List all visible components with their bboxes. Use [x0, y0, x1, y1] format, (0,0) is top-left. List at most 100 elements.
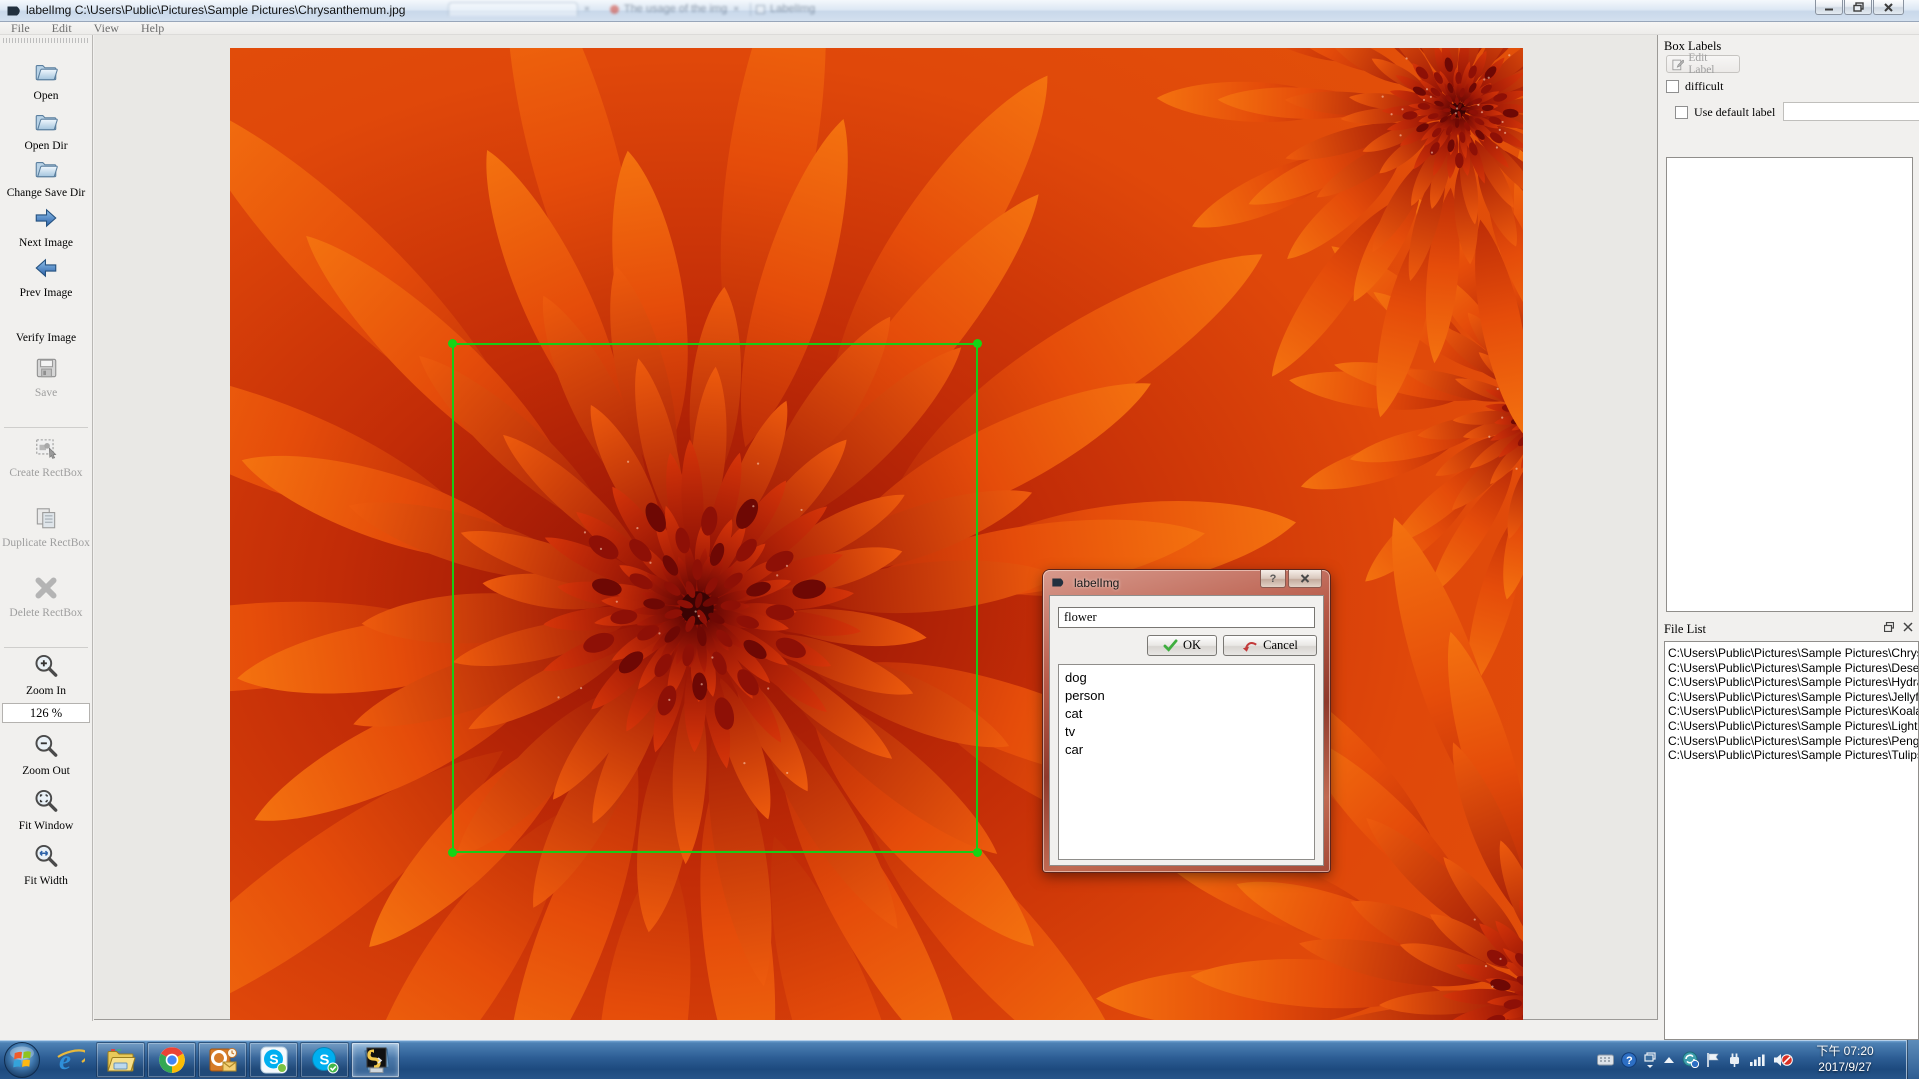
menu-help[interactable]: Help	[130, 21, 175, 36]
file-list-item[interactable]: C:\Users\Public\Pictures\Sample Pictures…	[1668, 748, 1918, 763]
open-dir-button[interactable]: Open Dir	[0, 108, 92, 153]
verify-image-button[interactable]: Verify Image	[0, 305, 92, 345]
show-hidden-icons[interactable]	[1663, 1056, 1675, 1064]
edit-label-button[interactable]: Edit Label	[1666, 55, 1740, 73]
bbox-handle[interactable]	[448, 339, 457, 348]
ok-button[interactable]: OK	[1147, 635, 1217, 656]
taskbar-labelimg[interactable]	[351, 1042, 400, 1078]
prev-image-button[interactable]: Prev Image	[0, 255, 92, 300]
file-list-item[interactable]: C:\Users\Public\Pictures\Sample Pictures…	[1668, 675, 1918, 690]
label-option[interactable]: dog	[1065, 669, 1314, 687]
taskbar-skype[interactable]: S	[249, 1042, 298, 1078]
network-signal-icon[interactable]	[1749, 1053, 1766, 1067]
show-desktop-button[interactable]	[1906, 1040, 1919, 1079]
close-button[interactable]	[1873, 0, 1904, 15]
taskbar-clock[interactable]: 下午 07:20 2017/9/27	[1799, 1043, 1891, 1075]
next-image-button[interactable]: Next Image	[0, 205, 92, 250]
skype-online-icon: S	[311, 1046, 339, 1074]
power-plug-icon[interactable]	[1727, 1052, 1742, 1068]
window-popup-icon[interactable]	[1644, 1052, 1656, 1068]
taskbar-skype-online[interactable]: S	[300, 1042, 349, 1078]
keyboard-icon[interactable]	[1597, 1054, 1614, 1066]
fit-window-button[interactable]: Fit Window	[0, 788, 92, 833]
dialog-close-button[interactable]	[1288, 570, 1322, 588]
menu-edit[interactable]: Edit	[41, 21, 83, 36]
delete-rectbox-button[interactable]: Delete RectBox	[0, 575, 92, 620]
label-text-input[interactable]	[1058, 607, 1315, 628]
check-icon	[1163, 639, 1178, 652]
system-tray: ?	[1597, 1040, 1793, 1079]
file-list[interactable]: C:\Users\Public\Pictures\Sample Pictures…	[1664, 641, 1919, 1040]
file-list-item[interactable]: C:\Users\Public\Pictures\Sample Pictures…	[1668, 704, 1918, 719]
dialog-help-button[interactable]: ?	[1260, 570, 1286, 588]
bbox-handle[interactable]	[973, 339, 982, 348]
close-icon	[1300, 574, 1310, 583]
dialog-title: labelImg	[1074, 576, 1119, 590]
restore-icon	[1853, 2, 1864, 12]
file-list-item[interactable]: C:\Users\Public\Pictures\Sample Pictures…	[1668, 646, 1918, 661]
label-option[interactable]: car	[1065, 741, 1314, 759]
open-button[interactable]: Open	[0, 58, 92, 103]
folder-icon	[33, 108, 59, 134]
create-rectbox-button[interactable]: Create RectBox	[0, 435, 92, 480]
image-canvas[interactable]	[94, 35, 1658, 1020]
difficult-checkbox[interactable]	[1666, 80, 1679, 93]
fit-width-button[interactable]: Fit Width	[0, 843, 92, 888]
toolbar-drag-handle[interactable]	[3, 38, 88, 43]
folder-icon	[33, 155, 59, 181]
zoom-out-button[interactable]: Zoom Out	[0, 733, 92, 778]
file-list-item[interactable]: C:\Users\Public\Pictures\Sample Pictures…	[1668, 690, 1918, 705]
close-dock-icon[interactable]	[1903, 622, 1913, 632]
bbox-handle[interactable]	[448, 848, 457, 857]
rectbox-icon	[33, 435, 59, 461]
background-browser-tabs: × The usage of the img × LabelImg	[448, 0, 848, 18]
right-panel: Box Labels Edit Label difficult Use defa…	[1660, 35, 1919, 1040]
background-tab-favicon	[756, 5, 765, 14]
duplicate-rectbox-button[interactable]: Duplicate RectBox	[0, 505, 92, 550]
menu-file[interactable]: File	[0, 21, 41, 36]
background-tab-title: LabelImg	[770, 3, 815, 15]
zoom-out-icon	[33, 733, 59, 759]
taskbar-windows-explorer[interactable]	[96, 1042, 145, 1078]
folder-icon	[33, 58, 59, 84]
file-list-item[interactable]: C:\Users\Public\Pictures\Sample Pictures…	[1668, 734, 1918, 749]
label-option[interactable]: cat	[1065, 705, 1314, 723]
menu-view[interactable]: View	[83, 21, 130, 36]
copy-icon	[33, 505, 59, 531]
default-label-input[interactable]	[1783, 102, 1919, 121]
label-option[interactable]: person	[1065, 687, 1314, 705]
float-dock-icon[interactable]	[1884, 622, 1894, 632]
cancel-button[interactable]: Cancel	[1223, 635, 1317, 656]
zoom-in-button[interactable]: Zoom In	[0, 653, 92, 698]
window-title: labelImg C:\Users\Public\Pictures\Sample…	[26, 3, 405, 17]
box-label-list[interactable]	[1666, 157, 1913, 612]
file-list-item[interactable]: C:\Users\Public\Pictures\Sample Pictures…	[1668, 661, 1918, 676]
action-center-flag-icon[interactable]	[1706, 1052, 1720, 1068]
annotation-bbox[interactable]	[452, 343, 978, 853]
minimize-button[interactable]	[1815, 0, 1843, 15]
taskbar-internet-explorer[interactable]: e	[45, 1042, 94, 1078]
dialog-body: OK Cancel dog person cat tv car	[1049, 595, 1324, 866]
delete-x-icon	[33, 575, 59, 601]
use-default-label-checkbox[interactable]	[1675, 106, 1688, 119]
bbox-handle[interactable]	[973, 848, 982, 857]
use-default-label-row[interactable]: Use default label	[1675, 105, 1775, 120]
label-dialog[interactable]: labelImg ? OK Cancel dog person cat tv c…	[1043, 570, 1330, 872]
undo-arrow-icon	[1242, 639, 1258, 653]
save-button[interactable]: Save	[0, 355, 92, 400]
titlebar[interactable]: labelImg C:\Users\Public\Pictures\Sample…	[0, 0, 1919, 22]
help-icon[interactable]: ?	[1621, 1052, 1637, 1068]
file-list-item[interactable]: C:\Users\Public\Pictures\Sample Pictures…	[1668, 719, 1918, 734]
dialog-titlebar[interactable]: labelImg	[1043, 570, 1330, 595]
start-button[interactable]	[3, 1041, 41, 1079]
difficult-checkbox-row[interactable]: difficult	[1666, 79, 1723, 94]
taskbar-outlook[interactable]	[198, 1042, 247, 1078]
change-save-dir-button[interactable]: Change Save Dir	[0, 155, 92, 200]
activity-icon[interactable]	[1682, 1051, 1699, 1068]
label-options-list[interactable]: dog person cat tv car	[1058, 664, 1315, 860]
zoom-value-spinbox[interactable]: 126 %	[2, 703, 90, 723]
restore-button[interactable]	[1844, 0, 1872, 15]
volume-muted-icon[interactable]	[1773, 1052, 1793, 1068]
label-option[interactable]: tv	[1065, 723, 1314, 741]
taskbar-chrome[interactable]	[147, 1042, 196, 1078]
